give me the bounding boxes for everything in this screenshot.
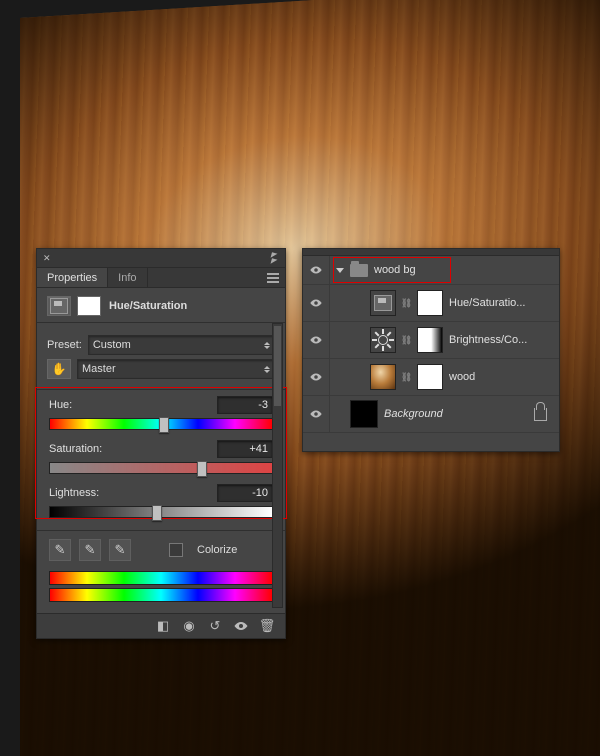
layer-thumb[interactable] (350, 400, 378, 428)
layer-group-name[interactable]: wood bg (374, 264, 416, 276)
colorize-label: Colorize (197, 544, 237, 556)
panel-bottom-bar: ◧ ◉ ↺ 🗑 (37, 613, 285, 638)
lightness-slider-knob[interactable] (152, 505, 162, 521)
brightness-icon (373, 330, 393, 350)
hue-slider-knob[interactable] (159, 417, 169, 433)
layer-row-brightness-contrast[interactable]: ⛓ Brightness/Co... (303, 322, 559, 359)
adjustment-thumb[interactable] (370, 290, 396, 316)
saturation-slider-knob[interactable] (197, 461, 207, 477)
layer-group-row[interactable]: wood bg (303, 256, 559, 285)
panel-tabs: Properties Info (37, 268, 285, 288)
view-previous-icon[interactable]: ◉ (181, 618, 197, 634)
eyedropper-minus-icon[interactable]: ✎ (109, 539, 131, 561)
link-icon[interactable]: ⛓ (402, 296, 411, 310)
visibility-toggle[interactable] (303, 396, 330, 432)
chevron-down-icon[interactable] (336, 268, 344, 273)
hue-strip-top (49, 571, 273, 585)
preset-label: Preset: (47, 339, 82, 351)
lock-icon[interactable] (534, 408, 547, 421)
panel-drag-handle[interactable]: ✕ (37, 249, 285, 268)
tab-properties[interactable]: Properties (37, 268, 108, 287)
lightness-value-input[interactable]: -10 (217, 484, 273, 502)
mask-icon[interactable] (77, 296, 101, 316)
close-icon[interactable]: ✕ (43, 253, 51, 264)
visibility-toggle[interactable] (303, 256, 330, 284)
eyedropper-icon[interactable]: ✎ (49, 539, 71, 561)
properties-panel: ✕ Properties Info Hue/Saturation Preset:… (36, 248, 286, 639)
adjustment-title: Hue/Saturation (109, 300, 187, 312)
visibility-toggle[interactable] (303, 359, 330, 395)
layer-name[interactable]: Hue/Saturatio... (449, 297, 525, 309)
adjustment-thumb[interactable] (370, 327, 396, 353)
layer-name[interactable]: wood (449, 371, 475, 383)
layer-row-wood[interactable]: ⛓ wood (303, 359, 559, 396)
channel-select[interactable]: Master (77, 359, 275, 379)
clip-to-layer-icon[interactable]: ◧ (155, 618, 171, 634)
eyedropper-plus-icon[interactable]: ✎ (79, 539, 101, 561)
delete-icon[interactable]: 🗑 (259, 618, 275, 634)
colorize-checkbox[interactable] (169, 543, 183, 557)
lightness-slider[interactable] (49, 506, 273, 518)
saturation-slider[interactable] (49, 462, 273, 474)
link-icon[interactable]: ⛓ (402, 333, 411, 347)
tab-info[interactable]: Info (108, 268, 147, 287)
layer-name[interactable]: Background (384, 408, 443, 420)
lightness-label: Lightness: (49, 487, 99, 499)
adjustment-icon[interactable] (47, 296, 71, 316)
link-icon[interactable]: ⛓ (402, 370, 411, 384)
hue-value-input[interactable]: -3 (217, 396, 273, 414)
visibility-icon[interactable] (233, 618, 249, 634)
saturation-label: Saturation: (49, 443, 102, 455)
preset-select[interactable]: Custom (88, 335, 275, 355)
scrollbar-thumb[interactable] (274, 326, 281, 406)
layer-name[interactable]: Brightness/Co... (449, 334, 527, 346)
folder-icon (350, 264, 368, 277)
panel-scrollbar[interactable] (272, 323, 283, 608)
saturation-value-input[interactable]: +41 (217, 440, 273, 458)
layer-mask-thumb[interactable] (417, 364, 443, 390)
layers-panel-header[interactable] (303, 249, 559, 256)
hue-label: Hue: (49, 399, 72, 411)
layer-row-hue-saturation[interactable]: ⛓ Hue/Saturatio... (303, 285, 559, 322)
hue-strip-bottom (49, 588, 273, 602)
layer-mask-thumb[interactable] (417, 327, 443, 353)
layer-row-background[interactable]: Background (303, 396, 559, 433)
panel-menu-icon[interactable] (261, 268, 285, 287)
layers-panel: wood bg ⛓ Hue/Saturatio... (302, 248, 560, 452)
visibility-toggle[interactable] (303, 322, 330, 358)
visibility-toggle[interactable] (303, 285, 330, 321)
reset-icon[interactable]: ↺ (207, 618, 223, 634)
layer-mask-thumb[interactable] (417, 290, 443, 316)
collapse-icon[interactable] (267, 253, 281, 263)
targeted-adjust-icon[interactable]: ✋ (47, 359, 71, 379)
hue-slider[interactable] (49, 418, 273, 430)
layer-thumb[interactable] (370, 364, 396, 390)
